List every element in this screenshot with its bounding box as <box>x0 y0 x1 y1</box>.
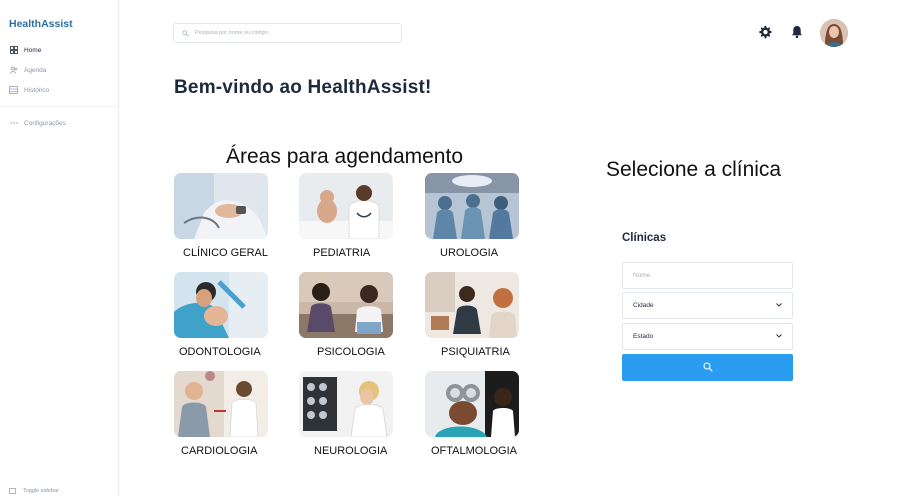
clinics-section-label: Clínicas <box>622 232 667 244</box>
area-card-cardiologia[interactable]: CARDIOLOGIA <box>174 371 270 459</box>
area-label: PSIQUIATRIA <box>441 346 510 358</box>
toggle-sidebar-label: Toggle sidebar <box>23 488 59 494</box>
sidebar-item-label: Histórico <box>24 86 50 94</box>
area-image <box>425 272 519 338</box>
sidebar-item-label: Agenda <box>24 66 47 74</box>
area-label: CARDIOLOGIA <box>181 445 258 457</box>
more-icon <box>9 119 18 128</box>
clinic-name-field[interactable] <box>622 262 793 289</box>
sidebar-nav: Home Agenda Histórico Configurações <box>0 40 119 133</box>
sidebar-item-home[interactable]: Home <box>0 40 119 60</box>
sidebar-item-label: Home <box>24 46 42 54</box>
settings-icon[interactable] <box>757 24 773 40</box>
area-label: ODONTOLOGIA <box>179 346 261 358</box>
sidebar-toggle-icon <box>9 488 16 494</box>
chevron-down-icon <box>776 302 782 309</box>
toggle-sidebar-button[interactable]: Toggle sidebar <box>9 488 59 494</box>
page-title: Bem-vindo ao HealthAssist! <box>174 77 432 98</box>
area-card-psicologia[interactable]: PSICOLOGIA <box>299 272 395 360</box>
app-root: HealthAssist Home Agenda Histórico Confi… <box>0 0 902 496</box>
area-card-urologia[interactable]: UROLOGIA <box>425 173 521 261</box>
area-image <box>299 173 393 239</box>
sidebar: HealthAssist Home Agenda Histórico Confi… <box>0 0 119 496</box>
city-select-value: Cidade <box>633 302 654 309</box>
area-card-psiquiatria[interactable]: PSIQUIATRIA <box>425 272 521 360</box>
chevron-down-icon <box>776 333 782 340</box>
sidebar-item-agenda[interactable]: Agenda <box>0 60 119 80</box>
area-card-odontologia[interactable]: ODONTOLOGIA <box>174 272 270 360</box>
area-image <box>299 371 393 437</box>
avatar[interactable] <box>820 19 848 47</box>
area-image <box>425 173 519 239</box>
area-image <box>425 371 519 437</box>
area-card-pediatria[interactable]: PEDIATRIA <box>299 173 395 261</box>
area-card-oftalmologia[interactable]: OFTALMOLOGIA <box>425 371 521 459</box>
sidebar-item-configuracoes[interactable]: Configurações <box>0 113 119 133</box>
dashboard-icon <box>9 46 18 55</box>
city-select[interactable]: Cidade <box>622 292 793 319</box>
search-input[interactable] <box>195 30 385 36</box>
bell-icon[interactable] <box>789 24 805 40</box>
search-icon <box>702 359 713 377</box>
area-label: NEUROLOGIA <box>314 445 388 457</box>
brand-logo[interactable]: HealthAssist <box>9 18 73 30</box>
select-clinic-title: Selecione a clínica <box>606 158 782 181</box>
area-card-neurologia[interactable]: NEUROLOGIA <box>299 371 395 459</box>
area-image <box>174 272 268 338</box>
area-label: PSICOLOGIA <box>317 346 385 358</box>
search-icon <box>182 24 189 42</box>
list-icon <box>9 86 18 95</box>
areas-title: Áreas para agendamento <box>226 145 463 168</box>
area-image <box>174 371 268 437</box>
area-label: UROLOGIA <box>440 247 499 259</box>
clinic-search-button[interactable] <box>622 354 793 381</box>
sidebar-divider <box>0 106 119 107</box>
sidebar-item-label: Configurações <box>24 119 66 127</box>
users-icon <box>9 66 18 75</box>
area-image <box>174 173 268 239</box>
area-label: OFTALMOLOGIA <box>431 445 517 457</box>
area-label: CLÍNICO GERAL <box>183 247 268 259</box>
area-label: PEDIATRIA <box>313 247 371 259</box>
state-select-value: Estado <box>633 333 654 340</box>
state-select[interactable]: Estado <box>622 323 793 350</box>
clinic-name-input[interactable] <box>633 272 782 279</box>
search-bar[interactable] <box>173 23 402 43</box>
sidebar-item-historico[interactable]: Histórico <box>0 80 119 100</box>
area-image <box>299 272 393 338</box>
area-card-clinico-geral[interactable]: CLÍNICO GERAL <box>174 173 270 261</box>
